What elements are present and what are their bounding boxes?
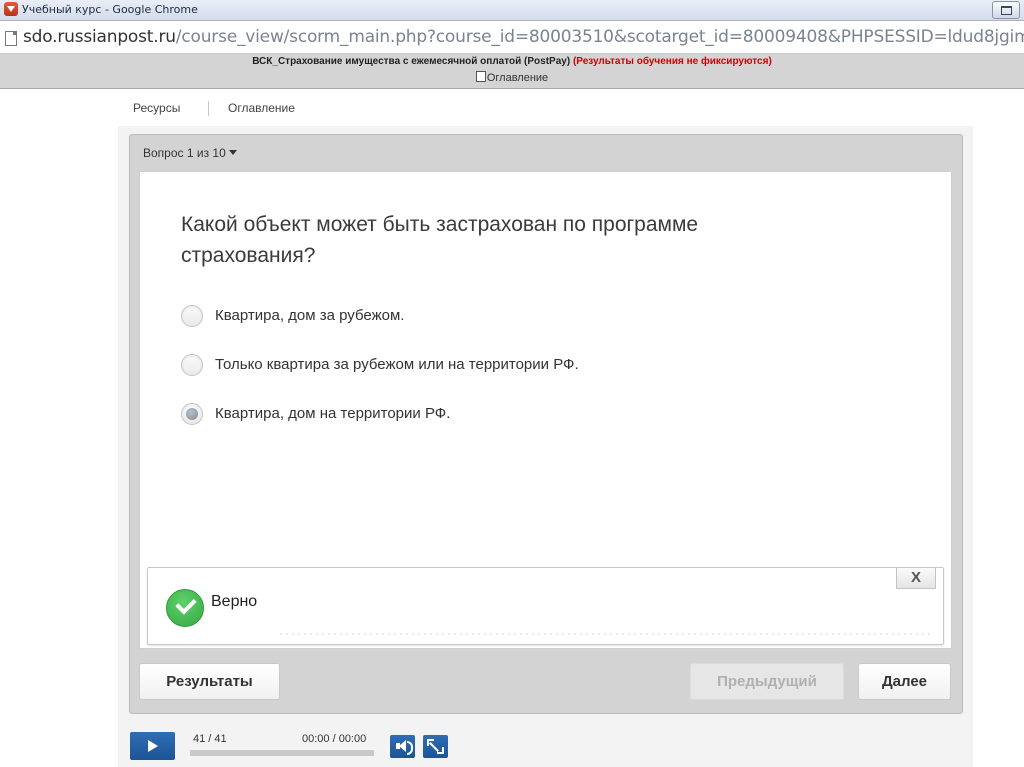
app-icon — [4, 2, 18, 16]
toc-link-label: Оглавление — [486, 72, 549, 84]
feedback-text: Верно — [211, 593, 258, 610]
question-counter-dropdown[interactable]: Вопрос 1 из 10 — [143, 146, 237, 160]
address-bar[interactable]: sdo.russianpost.ru/course_view/scorm_mai… — [0, 21, 1024, 54]
volume-button[interactable] — [390, 735, 415, 758]
chevron-down-icon — [228, 150, 237, 155]
tab-contents[interactable]: Оглавление — [228, 101, 295, 115]
window-titlebar: Учебный курс - Google Chrome — [0, 0, 1024, 21]
radio-button-selected[interactable] — [181, 403, 203, 425]
answer-label: Квартира, дом за рубежом. — [215, 307, 405, 324]
toc-link[interactable]: Оглавление — [0, 71, 1024, 84]
url-host: sdo.russianpost.ru — [23, 27, 176, 47]
feedback-divider — [278, 632, 931, 636]
restore-window-button[interactable] — [992, 1, 1020, 19]
expand-corner-icon — [427, 739, 434, 746]
next-button[interactable]: Далее — [858, 663, 951, 700]
url-path: /course_view/scorm_main.php?course_id=80… — [175, 27, 1024, 47]
play-icon — [148, 740, 158, 752]
tab-resources[interactable]: Ресурсы — [133, 101, 180, 115]
sound-wave-icon — [407, 741, 413, 755]
page-icon — [5, 31, 17, 46]
nav-divider — [208, 101, 209, 116]
question-counter: Вопрос 1 из 10 — [143, 146, 226, 160]
course-title: ВСК_Страхование имущества с ежемесячной … — [252, 56, 571, 67]
play-button[interactable] — [130, 732, 175, 760]
expand-corner-icon — [437, 747, 444, 754]
feedback-panel: Верно X — [147, 567, 944, 645]
toc-icon — [475, 71, 486, 82]
speaker-cone-icon — [399, 740, 406, 752]
results-warning: (Результаты обучения не фиксируются) — [572, 56, 772, 67]
course-header: ВСК_Страхование имущества с ежемесячной … — [0, 54, 1024, 89]
previous-button[interactable]: Предыдущий — [690, 663, 844, 700]
question-text: Какой объект может быть застрахован по п… — [181, 213, 699, 267]
playback-controls: 41 / 41 00:00 / 00:00 — [118, 720, 973, 767]
slide-frame: Вопрос 1 из 10 Какой объект может быть з… — [129, 134, 963, 714]
answer-label: Только квартира за рубежом или на террит… — [215, 356, 579, 373]
radio-button[interactable] — [181, 305, 203, 327]
seek-bar[interactable] — [190, 750, 374, 756]
check-icon — [166, 589, 204, 627]
window-title: Учебный курс - Google Chrome — [22, 3, 198, 16]
url-text[interactable]: sdo.russianpost.ru/course_view/scorm_mai… — [23, 27, 1024, 47]
results-button[interactable]: Результаты — [139, 663, 280, 700]
course-title-line: ВСК_Страхование имущества с ежемесячной … — [0, 56, 1024, 67]
close-feedback-button[interactable]: X — [896, 568, 936, 589]
time-display: 00:00 / 00:00 — [302, 733, 367, 745]
slide-counter: 41 / 41 — [193, 733, 227, 745]
fullscreen-button[interactable] — [423, 735, 448, 758]
answer-label: Квартира, дом на территории РФ. — [215, 405, 451, 422]
player-top-nav: Ресурсы Оглавление — [118, 92, 973, 126]
course-player: Ресурсы Оглавление Вопрос 1 из 10 Какой … — [118, 92, 973, 767]
radio-button[interactable] — [181, 354, 203, 376]
